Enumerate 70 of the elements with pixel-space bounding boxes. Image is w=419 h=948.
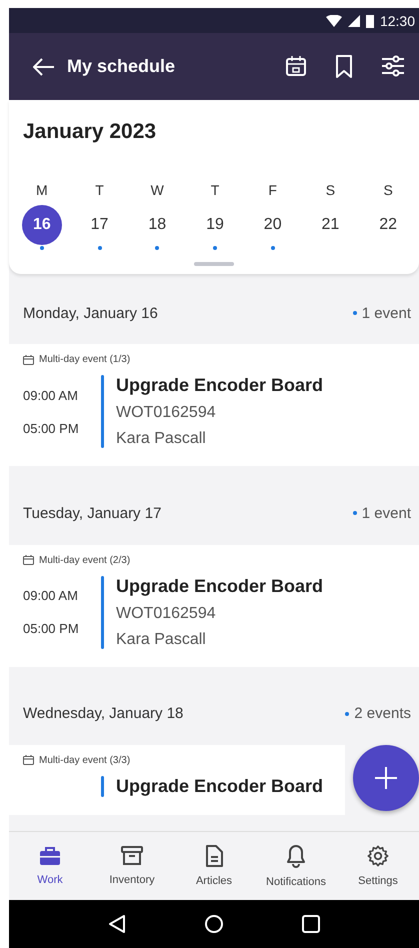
end-time: 05:00 PM	[23, 621, 80, 636]
nav-tab[interactable]: Articles	[173, 832, 255, 900]
event-title: Upgrade Encoder Board	[116, 576, 324, 597]
start-time: 09:00 AM	[23, 588, 79, 604]
add-button[interactable]	[353, 745, 419, 811]
event-title: Upgrade Encoder Board	[116, 375, 324, 396]
settings-icon	[367, 845, 389, 867]
nav-tab[interactable]: Notifications	[255, 832, 337, 900]
dot-icon	[352, 511, 357, 516]
event-count: 2 events	[354, 705, 411, 722]
month-title: January 2023	[22, 120, 158, 144]
weekday-label: S	[326, 182, 336, 198]
wifi-icon	[326, 14, 342, 26]
bell-icon	[286, 844, 306, 868]
weekday-label: W	[150, 182, 164, 198]
date-button[interactable]: 21	[310, 207, 350, 243]
event-tag: Multi-day event (3/3)	[39, 754, 130, 766]
briefcase-icon	[39, 846, 61, 866]
date-button[interactable]: 16	[22, 205, 62, 245]
date-button[interactable]: 17	[80, 207, 120, 243]
archive-box-icon	[121, 846, 143, 866]
home-icon[interactable]	[204, 914, 224, 934]
weekday-label: F	[268, 182, 277, 198]
assignee-name: Kara Pascall	[116, 630, 207, 649]
event-tag: Multi-day event (1/3)	[39, 354, 130, 366]
event-title: Upgrade Encoder Board	[116, 776, 324, 797]
event-card[interactable]: Multi-day event (1/3) 09:00 AM 05:00 PM Upgrade Encoder Board WOT0162594 Kara Pascall	[9, 344, 419, 466]
weekday-label: T	[95, 182, 104, 198]
event-count: 1 event	[362, 304, 411, 322]
bookmark-icon[interactable]	[335, 54, 353, 78]
start-time: 09:00 AM	[23, 388, 79, 403]
nav-tab[interactable]: Work	[9, 832, 91, 900]
status-time: 12:30	[380, 12, 415, 28]
event-count: 1 event	[362, 504, 411, 522]
filter-sliders-icon[interactable]	[381, 54, 405, 76]
date-button[interactable]: 22	[368, 207, 408, 243]
calendar-icon[interactable]	[285, 54, 307, 76]
assignee-name: Kara Pascall	[116, 430, 207, 448]
nav-tab[interactable]: Inventory	[91, 832, 173, 900]
work-order-number: WOT0162594	[116, 404, 217, 422]
day-heading: Wednesday, January 18	[23, 705, 184, 722]
event-card[interactable]: Multi-day event (2/3) 09:00 AM 05:00 PM Upgrade Encoder Board WOT0162594 Kara Pascall	[9, 544, 419, 667]
back-icon[interactable]	[108, 914, 126, 934]
battery-icon	[366, 14, 374, 28]
weekday-label: M	[36, 182, 48, 198]
weekday-label: T	[210, 182, 220, 198]
end-time: 05:00 PM	[23, 420, 80, 436]
nav-tab[interactable]: Settings	[337, 832, 419, 900]
screen-title: My schedule	[67, 56, 176, 77]
weekday-label: S	[383, 182, 393, 198]
document-icon	[205, 845, 223, 867]
plus-icon	[374, 766, 398, 790]
day-heading: Tuesday, January 17	[23, 504, 162, 522]
back-arrow-icon[interactable]	[33, 58, 55, 76]
signal-icon	[348, 14, 360, 26]
date-button[interactable]: 18	[137, 207, 178, 243]
calendar-icon	[23, 755, 34, 766]
date-button[interactable]: 19	[194, 207, 235, 243]
event-card[interactable]: Multi-day event (3/3) Upgrade Encoder Board	[9, 744, 345, 815]
work-order-number: WOT0162594	[116, 604, 217, 623]
calendar-icon	[23, 354, 34, 365]
event-bar	[101, 776, 104, 797]
event-tag: Multi-day event (2/3)	[39, 554, 130, 566]
day-heading: Monday, January 16	[23, 304, 158, 322]
dot-icon	[345, 712, 350, 716]
calendar-icon	[23, 555, 34, 566]
date-button[interactable]: 20	[252, 207, 293, 243]
recents-icon[interactable]	[302, 915, 320, 933]
dot-icon	[352, 311, 357, 316]
drag-handle[interactable]	[194, 262, 234, 266]
